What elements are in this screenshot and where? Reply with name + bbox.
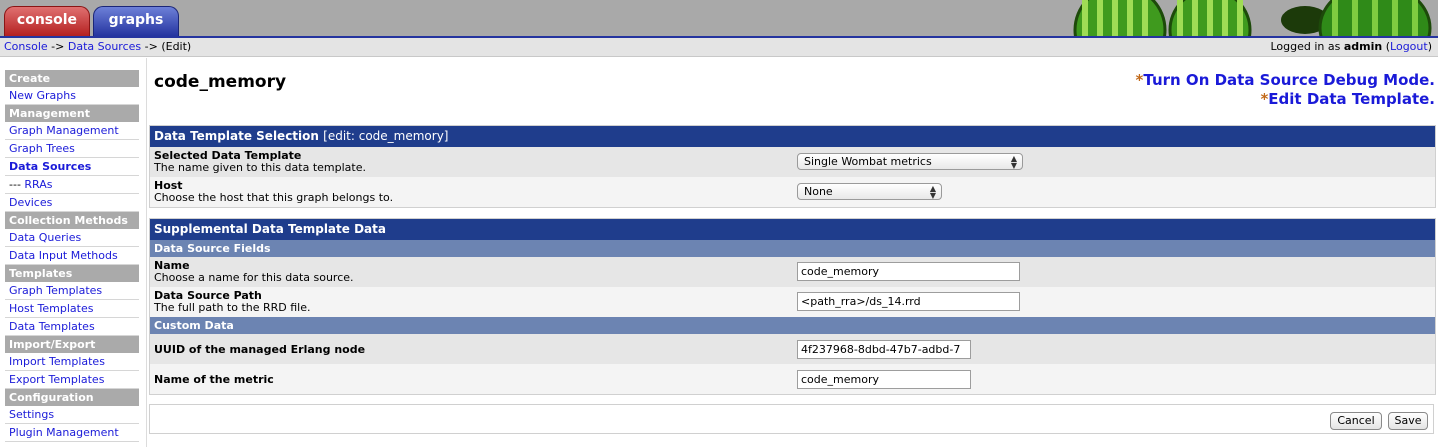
custom-data-header: Custom Data — [150, 317, 1435, 334]
sidebar-item-export-templates[interactable]: Export Templates — [5, 371, 139, 389]
host-select[interactable]: None ▲ ▼ — [797, 183, 942, 200]
sidebar-item-new-graphs[interactable]: New Graphs — [5, 87, 139, 105]
data-source-path-row: Data Source Path The full path to the RRD… — [150, 287, 1435, 317]
sidebar-item-rras-label[interactable]: RRAs — [24, 178, 52, 191]
select-arrows-icon: ▲ ▼ — [929, 184, 936, 200]
supplemental-data-header: Supplemental Data Template Data — [150, 219, 1435, 240]
data-source-fields-header: Data Source Fields — [150, 240, 1435, 257]
tab-graphs[interactable]: graphs — [93, 6, 179, 36]
sidebar-item-prefix: --- — [9, 178, 25, 191]
sidebar-item-import-templates[interactable]: Import Templates — [5, 353, 139, 371]
field-label-block: Host Choose the host that this graph belo… — [154, 180, 393, 204]
sidebar-item-data-queries[interactable]: Data Queries — [5, 229, 139, 247]
breadcrumb-data-sources-link[interactable]: Data Sources — [68, 40, 141, 53]
uuid-row: UUID of the managed Erlang node 4f237968… — [150, 334, 1435, 364]
uuid-input[interactable]: 4f237968-8dbd-47b7-adbd-7 — [797, 340, 971, 359]
login-open-paren: ( — [1382, 40, 1391, 53]
sidebar-item-settings[interactable]: Settings — [5, 406, 139, 424]
breadcrumb: Console -> Data Sources -> (Edit) — [4, 38, 191, 56]
breadcrumb-bar: Console -> Data Sources -> (Edit) Logged… — [0, 38, 1438, 57]
sidebar-item-data-sources[interactable]: Data Sources — [5, 158, 139, 176]
sidebar-section-templates: Templates — [5, 265, 139, 282]
login-prefix: Logged in as — [1270, 40, 1344, 53]
breadcrumb-console-link[interactable]: Console — [4, 40, 48, 53]
section-title: Data Template Selection — [154, 129, 319, 143]
sidebar-item-data-templates[interactable]: Data Templates — [5, 318, 139, 336]
select-arrows-icon: ▲ ▼ — [1010, 154, 1017, 170]
sidebar-item-devices[interactable]: Devices — [5, 194, 139, 212]
logout-link[interactable]: Logout — [1390, 40, 1428, 53]
login-username: admin — [1343, 40, 1383, 53]
sidebar-item-rras[interactable]: --- RRAs — [5, 176, 139, 194]
sidebar-item-host-templates[interactable]: Host Templates — [5, 300, 139, 318]
field-label-block: Name Choose a name for this data source. — [154, 260, 354, 284]
field-label: Name of the metric — [154, 373, 274, 386]
data-source-path-input[interactable]: <path_rra>/ds_14.rrd — [797, 292, 1020, 311]
breadcrumb-separator: -> — [141, 40, 162, 53]
field-description: The full path to the RRD file. — [154, 301, 311, 314]
page-title: code_memory — [154, 72, 287, 92]
top-tab-bar: console graphs — [0, 0, 1438, 36]
sidebar-divider — [146, 58, 147, 447]
edit-data-template-link[interactable]: Edit Data Template. — [1268, 90, 1435, 108]
sidebar-section-management: Management — [5, 105, 139, 122]
metric-name-row: Name of the metric code_memory — [150, 364, 1435, 394]
name-input[interactable]: code_memory — [797, 262, 1020, 281]
host-row: Host Choose the host that this graph belo… — [150, 177, 1435, 207]
sidebar-item-graph-trees[interactable]: Graph Trees — [5, 140, 139, 158]
sidebar-section-import-export: Import/Export — [5, 336, 139, 353]
field-label: UUID of the managed Erlang node — [154, 343, 366, 356]
field-label-block: Selected Data Template The name given to … — [154, 150, 366, 174]
section-edit-note: [edit: code_memory] — [323, 129, 449, 143]
sidebar-item-plugin-management[interactable]: Plugin Management — [5, 424, 139, 442]
login-status: Logged in as admin (Logout) — [1270, 38, 1432, 56]
supplemental-data-panel: Supplemental Data Template Data Data Sou… — [149, 218, 1436, 395]
breadcrumb-separator: -> — [47, 40, 68, 53]
sidebar-item-graph-management[interactable]: Graph Management — [5, 122, 139, 140]
select-value: Single Wombat metrics — [804, 155, 932, 168]
field-description: Choose a name for this data source. — [154, 271, 354, 284]
sidebar-item-graph-templates[interactable]: Graph Templates — [5, 282, 139, 300]
sidebar-section-create: Create — [5, 70, 139, 87]
cactus-logo-icon — [1045, 0, 1438, 36]
sidebar-nav: Create New Graphs Management Graph Manag… — [5, 70, 139, 442]
data-template-selection-header: Data Template Selection [edit: code_memo… — [150, 126, 1435, 147]
form-button-bar: Cancel Save — [149, 404, 1434, 434]
cancel-button[interactable]: Cancel — [1330, 412, 1382, 430]
select-value: None — [804, 185, 833, 198]
login-close-paren: ) — [1427, 40, 1432, 53]
save-button[interactable]: Save — [1388, 412, 1428, 430]
name-row: Name Choose a name for this data source. … — [150, 257, 1435, 287]
sidebar-section-collection-methods: Collection Methods — [5, 212, 139, 229]
tab-console[interactable]: console — [4, 6, 90, 36]
sidebar-item-data-input-methods[interactable]: Data Input Methods — [5, 247, 139, 265]
data-template-selection-panel: Data Template Selection [edit: code_memo… — [149, 125, 1436, 208]
field-description: The name given to this data template. — [154, 161, 366, 174]
breadcrumb-current: (Edit) — [161, 40, 192, 53]
page-actions: *Turn On Data Source Debug Mode. *Edit D… — [1136, 71, 1435, 109]
field-label-block: Data Source Path The full path to the RRD… — [154, 290, 311, 314]
edit-template-action: *Edit Data Template. — [1136, 90, 1435, 109]
metric-name-input[interactable]: code_memory — [797, 370, 971, 389]
data-template-select[interactable]: Single Wombat metrics ▲ ▼ — [797, 153, 1023, 170]
turn-on-debug-mode-link[interactable]: Turn On Data Source Debug Mode. — [1143, 71, 1435, 89]
debug-mode-action: *Turn On Data Source Debug Mode. — [1136, 71, 1435, 90]
field-description: Choose the host that this graph belongs … — [154, 191, 394, 204]
sidebar-section-configuration: Configuration — [5, 389, 139, 406]
selected-template-row: Selected Data Template The name given to … — [150, 147, 1435, 177]
